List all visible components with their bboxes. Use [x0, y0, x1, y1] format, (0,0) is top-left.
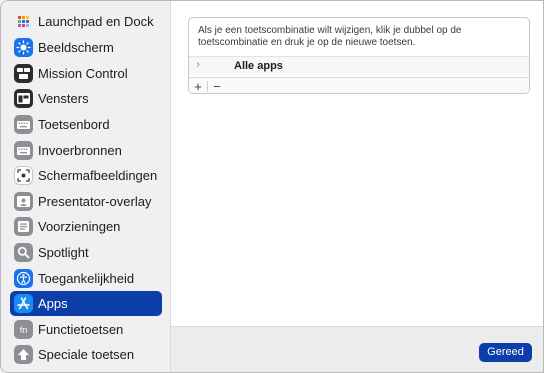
modifier-keys-icon	[14, 345, 33, 364]
presenter-overlay-icon	[14, 192, 33, 211]
sidebar-item-input-sources[interactable]: Invoerbronnen	[10, 138, 162, 163]
shortcuts-content: Als je een toetscombinatie wilt wijzigen…	[171, 1, 543, 326]
done-button[interactable]: Gereed	[479, 343, 532, 362]
sidebar-item-services[interactable]: Voorzieningen	[10, 214, 162, 239]
services-icon	[14, 217, 33, 236]
function-keys-icon: fn	[14, 320, 33, 339]
screenshot-icon	[14, 166, 33, 185]
mission-control-icon	[14, 64, 33, 83]
sheet-footer: Gereed	[171, 326, 543, 372]
launchpad-icon	[14, 12, 33, 31]
panel-toolbar: + −	[189, 77, 529, 93]
sidebar-item-label: Voorzieningen	[38, 219, 121, 234]
input-sources-icon	[14, 141, 33, 160]
sidebar-item-apps[interactable]: Apps	[10, 291, 162, 316]
sidebar: Launchpad en Dock Beeldscherm Mission Co…	[1, 1, 171, 372]
remove-button[interactable]: −	[210, 79, 224, 93]
shortcut-group-label: Alle apps	[234, 60, 283, 72]
sidebar-item-mission-control[interactable]: Mission Control	[10, 61, 162, 86]
sidebar-item-label: Schermafbeeldingen	[38, 168, 158, 183]
sidebar-item-display[interactable]: Beeldscherm	[10, 35, 162, 60]
sidebar-item-label: Invoerbronnen	[38, 143, 122, 158]
display-icon	[14, 38, 33, 57]
windows-icon	[14, 89, 33, 108]
sidebar-item-label: Speciale toetsen	[38, 347, 135, 362]
sidebar-item-label: Presentator-overlay	[38, 194, 152, 209]
instructions-text: Als je een toetscombinatie wilt wijzigen…	[198, 25, 462, 48]
sidebar-item-screenshots[interactable]: Schermafbeeldingen	[10, 163, 162, 188]
shortcut-group-row[interactable]: › Alle apps	[189, 56, 529, 74]
sidebar-item-label: Functietoetsen	[38, 322, 124, 337]
add-button[interactable]: +	[191, 79, 205, 93]
sidebar-item-modifier-keys[interactable]: Speciale toetsen	[10, 342, 162, 367]
sidebar-item-label: Toegankelijkheid	[38, 271, 135, 286]
sidebar-item-label: Toetsenbord	[38, 117, 110, 132]
chevron-right-icon[interactable]: ›	[192, 58, 204, 72]
sidebar-item-presenter-overlay[interactable]: Presentator-overlay	[10, 189, 162, 214]
sidebar-item-label: Vensters	[38, 91, 89, 106]
sidebar-item-keyboard[interactable]: Toetsenbord	[10, 112, 162, 137]
sidebar-item-spotlight[interactable]: Spotlight	[10, 240, 162, 265]
sidebar-item-windows[interactable]: Vensters	[10, 86, 162, 111]
sidebar-item-label: Apps	[38, 296, 68, 311]
sidebar-item-function-keys[interactable]: fn Functietoetsen	[10, 317, 162, 342]
sidebar-item-launchpad-dock[interactable]: Launchpad en Dock	[10, 9, 162, 34]
sidebar-item-label: Spotlight	[38, 245, 89, 260]
sidebar-item-label: Beeldscherm	[38, 40, 114, 55]
app-store-icon	[14, 294, 33, 313]
sidebar-item-accessibility[interactable]: Toegankelijkheid	[10, 266, 162, 291]
accessibility-icon	[14, 269, 33, 288]
keyboard-shortcuts-sheet: Launchpad en Dock Beeldscherm Mission Co…	[0, 0, 544, 373]
spotlight-icon	[14, 243, 33, 262]
sidebar-item-label: Launchpad en Dock	[38, 14, 154, 29]
shortcuts-panel: Als je een toetscombinatie wilt wijzigen…	[188, 17, 530, 94]
keyboard-icon	[14, 115, 33, 134]
toolbar-divider	[207, 81, 208, 92]
svg-text:fn: fn	[20, 325, 28, 335]
sidebar-item-label: Mission Control	[38, 66, 128, 81]
